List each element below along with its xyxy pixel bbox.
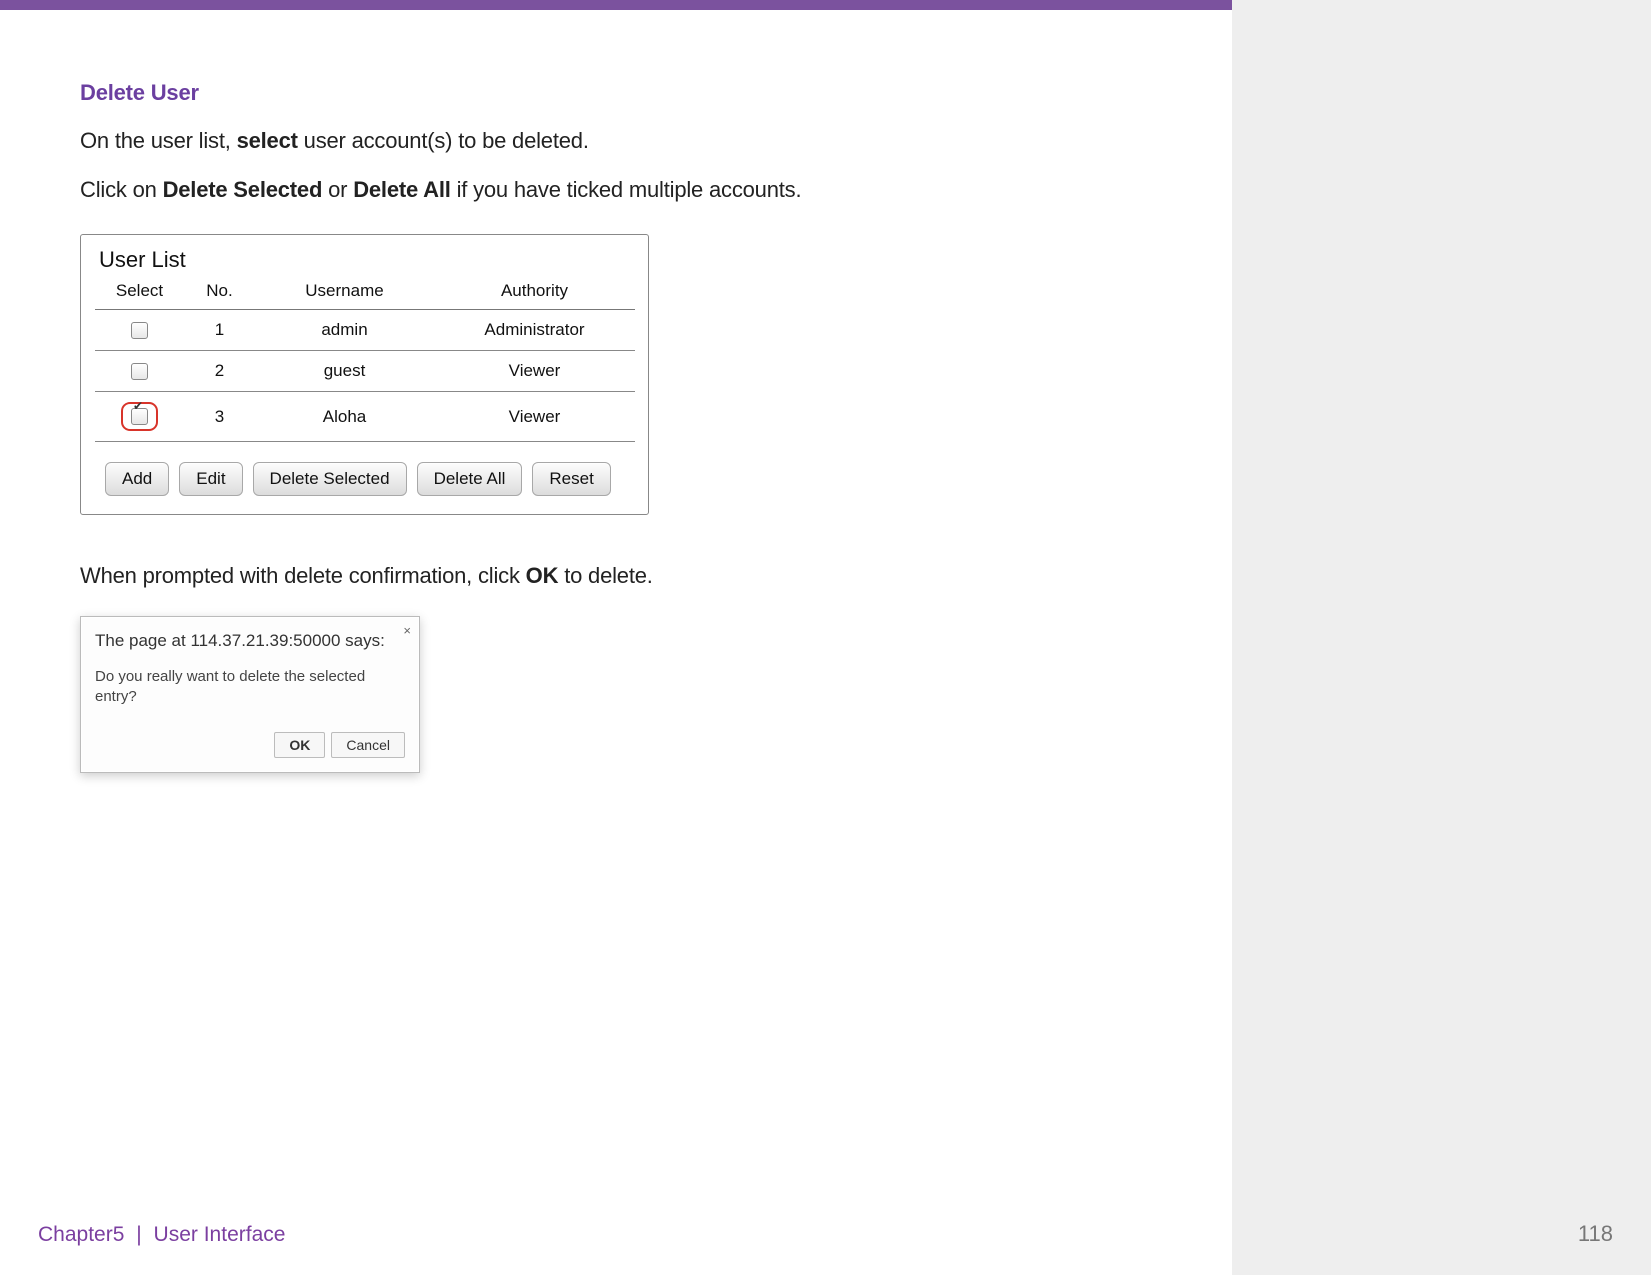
footer-left: Chapter5 | User Interface [38, 1223, 285, 1247]
top-accent-bar [0, 0, 1651, 10]
user-list-panel: User List Select No. Username Authority … [80, 234, 649, 515]
reset-button[interactable]: Reset [532, 462, 610, 496]
section-heading: Delete User [80, 80, 1180, 106]
ok-button[interactable]: OK [274, 732, 325, 758]
delete-all-button[interactable]: Delete All [417, 462, 523, 496]
cell-no: 2 [185, 351, 255, 392]
page-number: 118 [1578, 1221, 1613, 1247]
cell-authority: Viewer [435, 392, 635, 442]
cancel-button[interactable]: Cancel [331, 732, 405, 758]
table-header-row: Select No. Username Authority [95, 275, 635, 310]
close-icon[interactable]: × [403, 623, 411, 638]
text-fragment: Click on [80, 177, 163, 202]
cell-username: admin [255, 310, 435, 351]
table-row: 2 guest Viewer [95, 351, 635, 392]
col-header-select: Select [95, 275, 185, 310]
confirm-dialog: × The page at 114.37.21.39:50000 says: D… [80, 616, 420, 773]
text-fragment: user account(s) to be deleted. [298, 128, 589, 153]
page-content: Delete User On the user list, select use… [80, 80, 1180, 773]
text-fragment: or [322, 177, 353, 202]
select-checkbox[interactable] [131, 322, 148, 339]
col-header-no: No. [185, 275, 255, 310]
text-bold: select [237, 128, 298, 153]
select-checkbox[interactable] [131, 363, 148, 380]
delete-selected-button[interactable]: Delete Selected [253, 462, 407, 496]
table-row: 3 Aloha Viewer [95, 392, 635, 442]
add-button[interactable]: Add [105, 462, 169, 496]
right-gutter [1232, 10, 1651, 1275]
cell-authority: Viewer [435, 351, 635, 392]
text-bold: OK [526, 563, 559, 588]
text-bold: Delete All [353, 177, 450, 202]
dialog-message: Do you really want to delete the selecte… [95, 667, 405, 708]
cell-username: Aloha [255, 392, 435, 442]
edit-button[interactable]: Edit [179, 462, 242, 496]
text-fragment: to delete. [558, 563, 652, 588]
col-header-authority: Authority [435, 275, 635, 310]
text-fragment: On the user list, [80, 128, 237, 153]
cell-authority: Administrator [435, 310, 635, 351]
panel-title: User List [81, 247, 648, 275]
table-row: 1 admin Administrator [95, 310, 635, 351]
footer-section: User Interface [154, 1223, 286, 1246]
user-table: Select No. Username Authority 1 admin Ad… [95, 275, 635, 442]
text-fragment: When prompted with delete confirmation, … [80, 563, 526, 588]
instruction-paragraph-3: When prompted with delete confirmation, … [80, 559, 1180, 592]
text-bold: Delete Selected [163, 177, 323, 202]
page-footer: Chapter5 | User Interface 118 [38, 1221, 1613, 1247]
text-fragment: if you have ticked multiple accounts. [451, 177, 802, 202]
cell-no: 1 [185, 310, 255, 351]
checkbox-highlight [121, 402, 158, 431]
col-header-username: Username [255, 275, 435, 310]
footer-chapter: Chapter5 [38, 1223, 124, 1246]
instruction-paragraph-1: On the user list, select user account(s)… [80, 124, 1180, 157]
cell-no: 3 [185, 392, 255, 442]
footer-separator: | [130, 1223, 147, 1246]
instruction-paragraph-2: Click on Delete Selected or Delete All i… [80, 173, 1180, 206]
dialog-button-row: OK Cancel [95, 732, 405, 758]
user-list-button-row: Add Edit Delete Selected Delete All Rese… [81, 442, 648, 496]
select-checkbox[interactable] [131, 408, 148, 425]
cell-username: guest [255, 351, 435, 392]
dialog-title: The page at 114.37.21.39:50000 says: [95, 631, 405, 651]
